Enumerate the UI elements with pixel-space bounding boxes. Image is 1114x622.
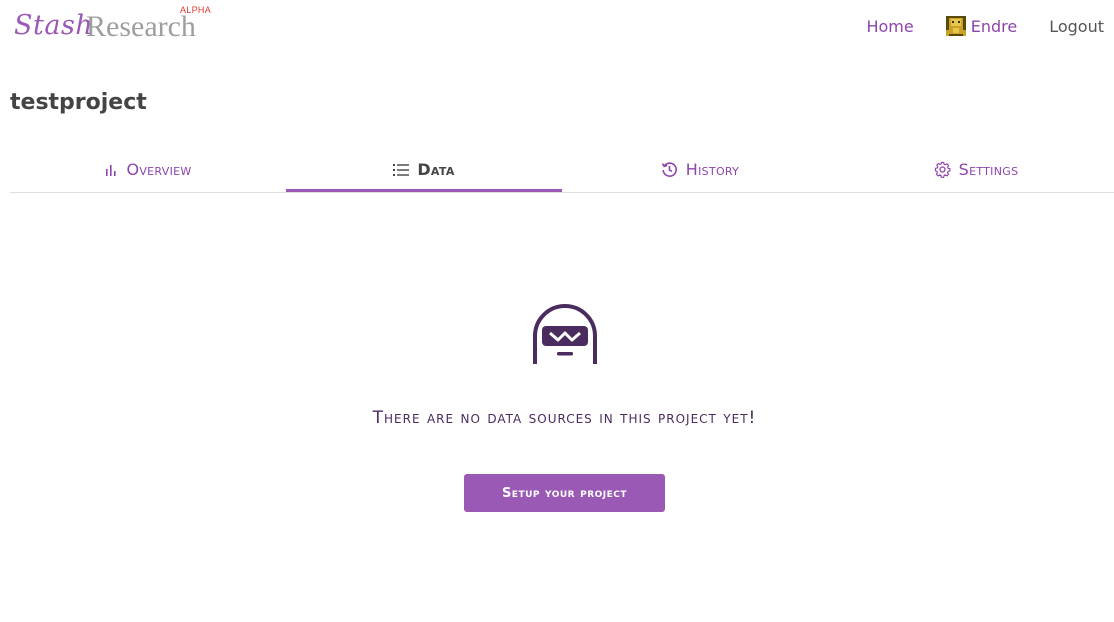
helmet-mascot-icon bbox=[533, 304, 597, 364]
project-tabs: Overview Data History Settings bbox=[10, 148, 1114, 193]
bar-chart-icon bbox=[106, 164, 117, 176]
nav-user-label: Endre bbox=[970, 16, 1018, 36]
setup-project-button[interactable]: Setup your project bbox=[464, 474, 665, 512]
tab-settings[interactable]: Settings bbox=[838, 148, 1114, 191]
page-title: testproject bbox=[10, 90, 147, 115]
brand-logo-research: Research bbox=[86, 10, 196, 43]
brand-logo-stash: Stash bbox=[14, 10, 94, 41]
tab-settings-label: Settings bbox=[958, 160, 1019, 179]
tab-overview[interactable]: Overview bbox=[10, 148, 286, 191]
avatar bbox=[945, 16, 966, 36]
nav-home-label: Home bbox=[866, 16, 914, 36]
tab-history-label: History bbox=[685, 160, 740, 179]
nav-user-link[interactable]: Endre bbox=[945, 16, 1018, 36]
history-icon bbox=[661, 162, 677, 177]
nav-logout-label: Logout bbox=[1049, 16, 1104, 36]
alpha-badge: ALPHA bbox=[180, 5, 212, 15]
top-nav: Home Endre Logout bbox=[834, 16, 1104, 36]
setup-project-button-label: Setup your project bbox=[501, 485, 628, 501]
tab-data-label: Data bbox=[417, 160, 455, 179]
empty-state-message: There are no data sources in this projec… bbox=[372, 408, 757, 428]
nav-home-link[interactable]: Home bbox=[866, 17, 913, 36]
gear-icon bbox=[934, 161, 951, 178]
tab-overview-label: Overview bbox=[126, 160, 192, 179]
nav-logout-link[interactable]: Logout bbox=[1049, 17, 1104, 36]
list-icon bbox=[393, 163, 410, 176]
tab-data[interactable]: Data bbox=[286, 148, 562, 192]
tab-history[interactable]: History bbox=[562, 148, 838, 191]
